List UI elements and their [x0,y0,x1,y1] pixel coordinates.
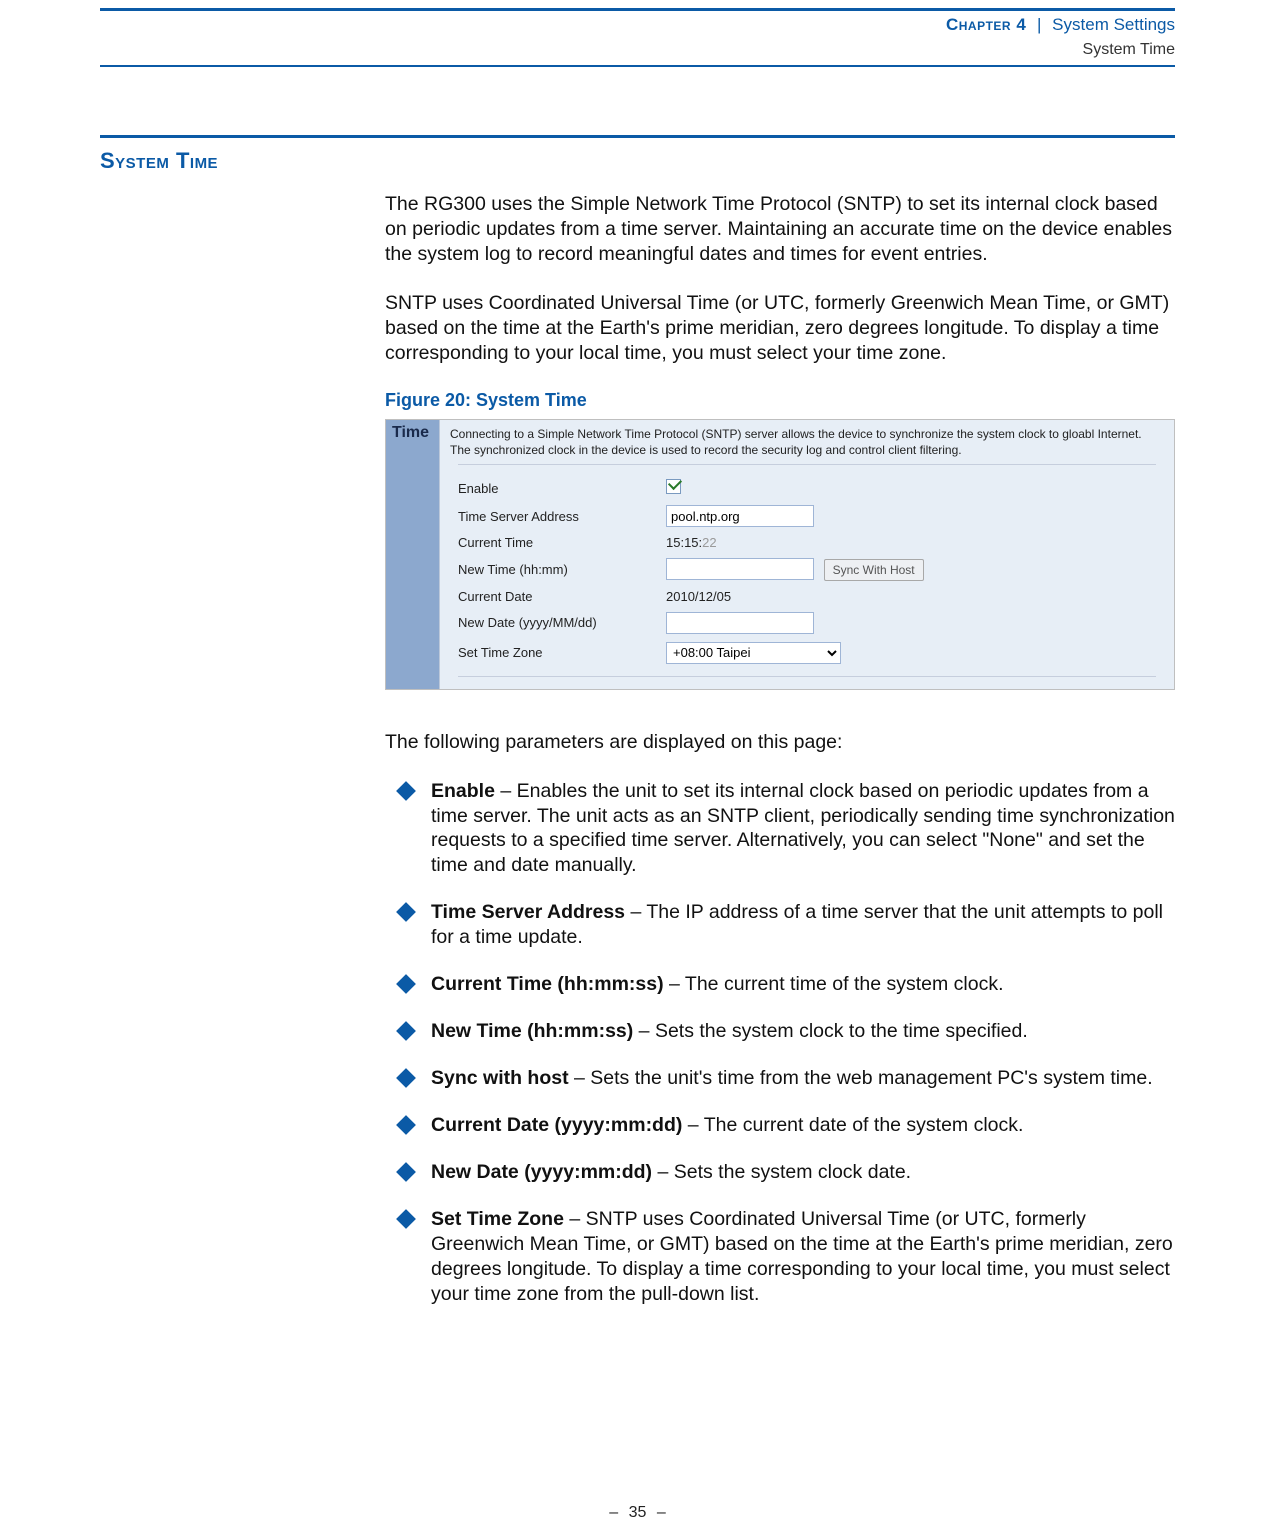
current-time-value: 15:15:22 [666,535,717,550]
chapter-title: System Settings [1052,15,1175,34]
screenshot-system-time: Time Connecting to a Simple Network Time… [385,419,1175,690]
intro-paragraph-2: SNTP uses Coordinated Universal Time (or… [385,291,1175,366]
bullet-icon [396,902,416,922]
page-footer: – 35 – [0,1504,1275,1522]
list-item: New Date (yyyy:mm:dd) – Sets the system … [403,1160,1175,1185]
body-column: The RG300 uses the Simple Network Time P… [385,192,1175,1307]
section-heading: System Time [100,148,1175,174]
content-area: System Time The RG300 uses the Simple Ne… [100,148,1175,1307]
bullet-icon [396,1162,416,1182]
bullet-icon [396,974,416,994]
screenshot-divider-bottom [458,676,1156,677]
set-time-zone-label: Set Time Zone [458,645,666,660]
list-item: Sync with host – Sets the unit's time fr… [403,1066,1175,1091]
bullet-icon [396,1068,416,1088]
header-subtitle: System Time [0,41,1275,65]
sync-with-host-button[interactable]: Sync With Host [824,559,924,581]
time-server-address-input[interactable] [666,505,814,527]
new-time-label: New Time (hh:mm) [458,562,666,577]
params-intro: The following parameters are displayed o… [385,730,1175,755]
figure-caption: Figure 20: System Time [385,390,1175,411]
list-item: Time Server Address – The IP address of … [403,900,1175,950]
page-header: Chapter 4 | System Settings [0,11,1275,41]
bullet-icon [396,781,416,801]
current-date-value: 2010/12/05 [666,589,731,604]
screenshot-divider-top [458,464,1156,465]
screenshot-sidebar [386,464,440,689]
current-date-label: Current Date [458,589,666,604]
screenshot-tab: Time [386,420,440,464]
list-item: Current Time (hh:mm:ss) – The current ti… [403,972,1175,997]
new-date-label: New Date (yyyy/MM/dd) [458,615,666,630]
new-date-input[interactable] [666,612,814,634]
list-item: New Time (hh:mm:ss) – Sets the system cl… [403,1019,1175,1044]
enable-checkbox[interactable] [666,479,681,494]
enable-label: Enable [458,481,666,496]
current-time-label: Current Time [458,535,666,550]
new-time-input[interactable] [666,558,814,580]
bullet-icon [396,1209,416,1229]
bullet-icon [396,1115,416,1135]
list-item: Current Date (yyyy:mm:dd) – The current … [403,1113,1175,1138]
set-time-zone-select[interactable]: +08:00 Taipei [666,642,841,664]
list-item: Set Time Zone – SNTP uses Coordinated Un… [403,1207,1175,1307]
chapter-number: Chapter 4 [946,15,1026,34]
time-server-address-label: Time Server Address [458,509,666,524]
screenshot-description: Connecting to a Simple Network Time Prot… [440,420,1174,464]
parameter-list: Enable – Enables the unit to set its int… [385,779,1175,1307]
list-item: Enable – Enables the unit to set its int… [403,779,1175,879]
bullet-icon [396,1021,416,1041]
header-pipe: | [1031,15,1047,34]
intro-paragraph-1: The RG300 uses the Simple Network Time P… [385,192,1175,267]
section-rule [100,135,1175,138]
page-number: 35 [629,1504,647,1521]
header-underline [100,65,1175,67]
